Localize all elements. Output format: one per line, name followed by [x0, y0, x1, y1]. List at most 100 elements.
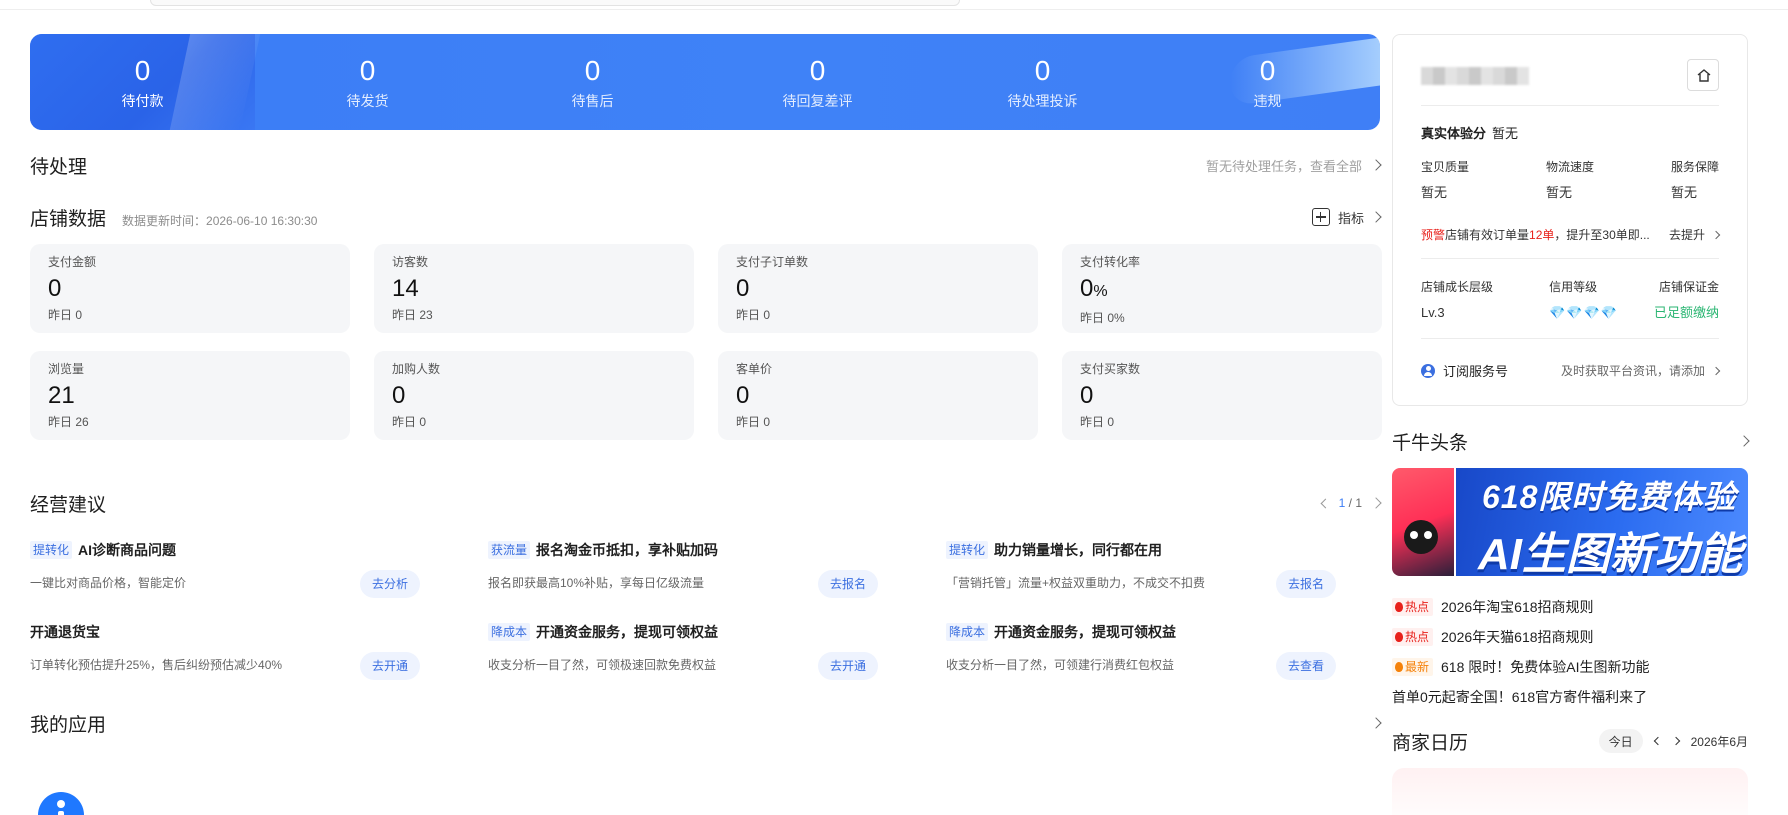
- mascot-icon: [1404, 520, 1438, 554]
- chevron-right-icon[interactable]: [1370, 717, 1382, 729]
- calendar-header: 商家日历 今日 2026年6月: [1392, 726, 1748, 756]
- advice-tag: 获流量: [488, 541, 531, 559]
- metric-yesterday: 昨日 26: [48, 415, 89, 429]
- news-item[interactable]: 热点 2026年淘宝618招商规则: [1392, 592, 1748, 622]
- chevron-right-icon[interactable]: [1370, 497, 1382, 509]
- order-stat-value: 0: [134, 55, 151, 86]
- news-text: 2026年天猫618招商规则: [1441, 629, 1594, 645]
- metric-yesterday: 昨日 0: [736, 308, 771, 322]
- metric-label: 访客数: [392, 255, 429, 269]
- news-title: 千牛头条: [1392, 432, 1469, 454]
- pager-current: 1: [1338, 496, 1346, 510]
- shop-score-card: 真实体验分 暂无 宝贝质量 暂无 物流速度 暂无 服务保障 暂无 预警店铺有效订单量12…: [1392, 34, 1748, 406]
- real-score-label: 真实体验分: [1421, 126, 1487, 141]
- metric-card-conversion-rate[interactable]: 支付转化率 0% 昨日 0%: [1062, 244, 1382, 333]
- dimension-value: 暂无: [1421, 185, 1448, 200]
- advice-grid: 提转化 AI诊断商品问题 一键比对商品价格，智能定价 去分析 获流量 报名淘金币抵扣…: [30, 540, 1370, 680]
- score-dimensions: 宝贝质量 暂无 物流速度 暂无 服务保障 暂无: [1421, 159, 1719, 201]
- growth-level-value: Lv.3: [1421, 305, 1445, 320]
- news-banner[interactable]: 618限时免费体验 AI生图新功能: [1392, 468, 1748, 576]
- news-item[interactable]: 最新 618 限时！免费体验AI生图新功能: [1392, 652, 1748, 682]
- chevron-left-icon[interactable]: [1320, 498, 1331, 508]
- metric-card-avg-order-value[interactable]: 客单价 0 昨日 0: [718, 351, 1038, 440]
- metric-label: 支付金额: [48, 255, 97, 269]
- my-apps-header: 我的应用: [30, 708, 1382, 738]
- dimension-label: 宝贝质量: [1421, 160, 1470, 174]
- metric-card-paying-buyers[interactable]: 支付买家数 0 昨日 0: [1062, 351, 1382, 440]
- chevron-right-icon[interactable]: [1738, 435, 1750, 447]
- prev-month-icon[interactable]: [1653, 736, 1662, 746]
- chevron-right-icon: [1370, 159, 1382, 171]
- chevron-right-icon: [1711, 366, 1721, 375]
- metric-card-add-to-cart[interactable]: 加购人数 0 昨日 0: [374, 351, 694, 440]
- flame-icon: [1395, 602, 1403, 612]
- advice-item: 降成本 开通资金服务，提现可领权益 收支分析一目了然，可领建行消费红包权益 去查看: [946, 622, 1366, 680]
- metric-label: 浏览量: [48, 362, 85, 376]
- right-column: 真实体验分 暂无 宝贝质量 暂无 物流速度 暂无 服务保障 暂无 预警店铺有效订单量12…: [1392, 34, 1750, 815]
- pending-section-header: 待处理 暂无待处理任务，查看全部: [30, 150, 1382, 180]
- advice-title: AI诊断商品问题: [78, 542, 177, 558]
- metric-value: 0: [392, 382, 406, 409]
- warning-text: 店铺有效订单量: [1445, 228, 1530, 242]
- activate-button[interactable]: 去开通: [817, 652, 878, 680]
- metric-yesterday: 昨日 23: [392, 308, 433, 322]
- metric-yesterday: 昨日 0: [1080, 415, 1115, 429]
- level-label: 店铺成长层级: [1421, 280, 1494, 294]
- pager-total: / 1: [1348, 496, 1362, 510]
- level-label: 店铺保证金: [1658, 280, 1719, 294]
- home-icon: [1697, 69, 1711, 82]
- advice-desc: 订单转化预估提升25%，售后纠纷预估减少40%: [30, 658, 283, 672]
- flame-icon: [1395, 662, 1403, 672]
- metric-card-page-views[interactable]: 浏览量 21 昨日 26: [30, 351, 350, 440]
- warning-tag: 预警: [1421, 228, 1446, 242]
- advice-item: 提转化 助力销量增长，同行都在用 「营销托管」流量+权益双重助力，不成交不扣费 去…: [946, 540, 1366, 598]
- order-stat-pending-shipment[interactable]: 0 待发货: [255, 34, 480, 130]
- order-stat-label: 违规: [1253, 93, 1282, 109]
- view-all-pending-link[interactable]: 暂无待处理任务，查看全部: [1206, 156, 1382, 175]
- metric-card-paid-suborders[interactable]: 支付子订单数 0 昨日 0: [718, 244, 1038, 333]
- metric-yesterday: 昨日 0: [48, 308, 83, 322]
- advice-desc: 「营销托管」流量+权益双重助力，不成交不扣费: [946, 576, 1206, 590]
- advice-desc: 收支分析一目了然，可领建行消费红包权益: [946, 658, 1175, 672]
- view-button[interactable]: 去查看: [1275, 652, 1336, 680]
- warning-text-tail: ，提升至30单即...: [1554, 228, 1650, 242]
- news-item[interactable]: 热点 2026年天猫618招商规则: [1392, 622, 1748, 652]
- news-header: 千牛头条: [1392, 426, 1750, 456]
- dimension-label: 服务保障: [1671, 160, 1720, 174]
- order-stat-violations[interactable]: 0 违规: [1155, 34, 1380, 130]
- activate-button[interactable]: 去开通: [359, 652, 420, 680]
- info-app-icon[interactable]: [38, 792, 84, 815]
- analyze-button[interactable]: 去分析: [359, 570, 420, 598]
- metric-value: 21: [48, 382, 75, 409]
- metric-card-visitors[interactable]: 访客数 14 昨日 23: [374, 244, 694, 333]
- subscribe-service-link[interactable]: 订阅服务号: [1421, 361, 1508, 380]
- news-item[interactable]: 首单0元起寄全国！618官方寄件福利来了: [1392, 682, 1748, 712]
- advice-tag: 提转化: [30, 541, 73, 559]
- order-stat-after-sales[interactable]: 0 待售后: [480, 34, 705, 130]
- advice-title: 助力销量增长，同行都在用: [994, 542, 1163, 558]
- order-stat-pending-payment[interactable]: 0 待付款: [30, 34, 255, 130]
- today-button[interactable]: 今日: [1598, 729, 1643, 753]
- order-stat-negative-reviews[interactable]: 0 待回复差评: [705, 34, 930, 130]
- metric-unit: %: [1093, 283, 1108, 300]
- advice-title: 开通资金服务，提现可领权益: [994, 624, 1177, 640]
- register-button[interactable]: 去报名: [1275, 570, 1336, 598]
- customize-metrics-button[interactable]: 指标: [1311, 208, 1382, 227]
- shop-data-title: 店铺数据: [30, 208, 107, 230]
- chevron-right-icon: [1711, 230, 1721, 239]
- calendar-controls: 今日 2026年6月: [1598, 729, 1748, 753]
- banner-line1: 618限时免费体验: [1482, 479, 1737, 515]
- metric-yesterday: 昨日 0%: [1080, 311, 1125, 325]
- subscribe-hint-link[interactable]: 及时获取平台资讯，请添加: [1561, 362, 1721, 379]
- advice-tag: 降成本: [488, 623, 531, 641]
- next-month-icon[interactable]: [1671, 736, 1680, 746]
- improve-link[interactable]: 去提升: [1669, 226, 1721, 243]
- dimension-value: 暂无: [1546, 185, 1573, 200]
- register-button[interactable]: 去报名: [817, 570, 878, 598]
- order-stat-complaints[interactable]: 0 待处理投诉: [930, 34, 1155, 130]
- shop-home-button[interactable]: [1687, 59, 1719, 91]
- metric-label: 加购人数: [392, 362, 441, 376]
- metric-card-payment-amount[interactable]: 支付金额 0 昨日 0: [30, 244, 350, 333]
- advice-title: 开通资金服务，提现可领权益: [536, 624, 719, 640]
- global-search-input[interactable]: [150, 0, 960, 6]
